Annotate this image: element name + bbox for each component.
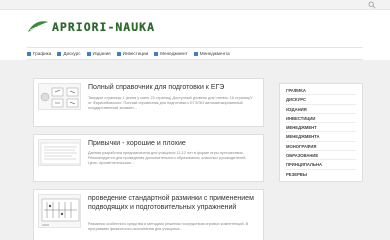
sidebar-item-monografiya[interactable]: МОНОГРАФИЯ [286,142,356,152]
post-excerpt: Данная разработка предназначена для учащ… [88,151,247,166]
nav-item-diskurs[interactable]: Дискурс [57,51,81,56]
nav-item-menedzhmenta[interactable]: Менеджмента [193,51,230,56]
post-excerpt: Разминка особенного средства и методики … [88,222,249,232]
logo-text: APRIORI-NAUKA [52,20,156,34]
sidebar-item-obrazovanie[interactable]: ОБРАЗОВАНИЕ [286,151,356,161]
menu-icon [116,51,121,56]
menu-icon [193,51,198,56]
site-logo[interactable]: APRIORI-NAUKA [27,18,155,36]
menu-icon [86,51,91,56]
sidebar-categories: ГРАФИКА ДИСКУРС ИЗДАНИЯ ИНВЕСТИЦИИ МЕНЕД… [279,83,363,182]
post-thumbnail[interactable] [38,139,81,166]
post-title[interactable]: Полный справочник для подготовки к ЕГЭ [88,84,259,93]
nav-item-izdaniya[interactable]: Издания [86,51,111,56]
sidebar-item-menedzhment[interactable]: МЕНЕДЖМЕНТ [286,123,356,133]
nav-item-investicii[interactable]: Инвестиции [116,51,149,56]
sidebar-item-menedzhmenta[interactable]: МЕНЕДЖМЕНТА [286,132,356,142]
document-image-icon [40,142,80,165]
main-nav: Графика Дискурс Издания Инвестиции Менед… [27,47,363,60]
menu-icon [27,51,31,56]
nav-item-label: Инвестиции [122,51,149,56]
search-icon[interactable] [368,1,376,9]
menu-icon [57,51,62,56]
sidebar-item-rezervy[interactable]: РЕЗЕРВЫ [286,170,356,179]
nav-item-grafika[interactable]: Графика [27,51,51,56]
nav-item-label: Менеджмент [160,51,188,56]
leaf-logo-icon [28,21,48,32]
post-thumbnail[interactable] [38,194,81,228]
menu-icon [154,51,159,56]
sidebar-item-principalna[interactable]: ПРИНЦИПАЛЬНА [286,160,356,170]
post-excerpt: Твердые страницы 1 (книга у книге 23 стр… [88,96,253,111]
nav-item-menedzhment[interactable]: Менеджмент [154,51,188,56]
top-bar [0,0,390,10]
sidebar-item-investicii[interactable]: ИНВЕСТИЦИИ [286,114,356,124]
post-title[interactable]: Привычки - хорошие и плохие [88,140,259,149]
nav-item-label: Издания [92,51,111,56]
nav-item-label: Дискурс [63,51,81,56]
exercise-image-icon [41,198,80,226]
sidebar-item-grafika[interactable]: ГРАФИКА [286,86,356,96]
post-card: проведение стандартной разминки с примен… [33,189,264,240]
diagram-image-icon [40,87,79,108]
post-thumbnail[interactable] [38,83,81,110]
nav-item-label: Графика [33,51,52,56]
sidebar-item-izdaniya[interactable]: ИЗДАНИЯ [286,105,356,114]
post-card: Привычки - хорошие и плохие Данная разра… [33,134,264,182]
nav-item-label: Менеджмента [199,51,230,56]
post-title[interactable]: проведение стандартной разминки с примен… [88,195,259,212]
post-card: Полный справочник для подготовки к ЕГЭ Т… [33,78,264,127]
sidebar-item-diskurs[interactable]: ДИСКУРС [286,95,356,105]
